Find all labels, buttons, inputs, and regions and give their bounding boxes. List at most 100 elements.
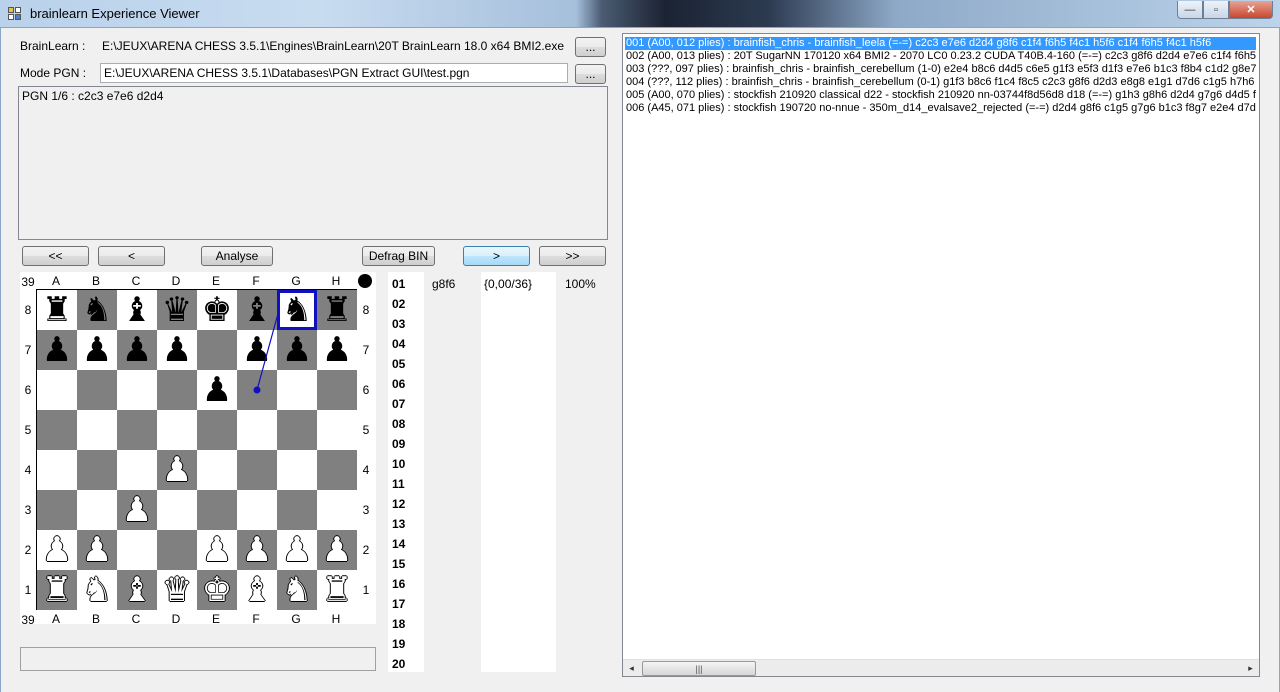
square-d2[interactable]	[157, 530, 197, 570]
game-list-item[interactable]: 001 (A00, 012 plies) : brainfish_chris -…	[624, 36, 1257, 51]
square-a2[interactable]: ♟	[37, 530, 77, 570]
square-g4[interactable]	[277, 450, 317, 490]
square-b7[interactable]: ♟	[77, 330, 117, 370]
black-rook-icon[interactable]: ♜	[42, 293, 72, 327]
chess-board[interactable]: ♜ ♞ ♝ ♛ ♚ ♝ ♞ ♜ ♟ ♟ ♟ ♟ ♟ ♟ ♟ ♟ ♟ ♟ ♟ ♟ ♟ ♟ ♟ ♟ ♜ ♞ ♝ ♛ ♚ ♝ ♞ ♜	[36, 289, 357, 610]
black-pawn-icon[interactable]: ♟	[122, 333, 152, 367]
square-e7[interactable]	[197, 330, 237, 370]
square-d3[interactable]	[157, 490, 197, 530]
engine-browse-button[interactable]: ...	[575, 37, 606, 57]
first-button[interactable]: <<	[22, 246, 89, 266]
square-c3[interactable]: ♟	[117, 490, 157, 530]
white-pawn-icon[interactable]: ♟	[282, 533, 312, 567]
white-pawn-icon[interactable]: ♟	[202, 533, 232, 567]
white-pawn-icon[interactable]: ♟	[162, 453, 192, 487]
next-button[interactable]: >	[463, 246, 530, 266]
square-c5[interactable]	[117, 410, 157, 450]
close-button[interactable]: ✕	[1229, 1, 1273, 19]
games-listbox[interactable]: ◂ ||| ▸ 001 (A00, 012 plies) : brainfish…	[622, 33, 1260, 677]
black-knight-icon[interactable]: ♞	[282, 293, 312, 327]
scroll-thumb[interactable]: |||	[642, 661, 756, 676]
black-pawn-icon[interactable]: ♟	[82, 333, 112, 367]
square-c4[interactable]	[117, 450, 157, 490]
defrag-bin-button[interactable]: Defrag BIN	[362, 246, 435, 266]
square-b6[interactable]	[77, 370, 117, 410]
white-pawn-icon[interactable]: ♟	[322, 533, 352, 567]
square-b4[interactable]	[77, 450, 117, 490]
square-h7[interactable]: ♟	[317, 330, 357, 370]
game-list-item[interactable]: 002 (A00, 013 plies) : 20T SugarNN 17012…	[625, 50, 1256, 63]
square-d1[interactable]: ♛	[157, 570, 197, 610]
square-b5[interactable]	[77, 410, 117, 450]
square-d4[interactable]: ♟	[157, 450, 197, 490]
black-bishop-icon[interactable]: ♝	[122, 293, 152, 327]
square-a1[interactable]: ♜	[37, 570, 77, 610]
black-bishop-icon[interactable]: ♝	[242, 293, 272, 327]
square-g6[interactable]	[277, 370, 317, 410]
pgn-path-field[interactable]: E:\JEUX\ARENA CHESS 3.5.1\Databases\PGN …	[100, 63, 568, 83]
square-a7[interactable]: ♟	[37, 330, 77, 370]
square-e5[interactable]	[197, 410, 237, 450]
square-g8[interactable]: ♞	[277, 290, 317, 330]
white-pawn-icon[interactable]: ♟	[242, 533, 272, 567]
square-h6[interactable]	[317, 370, 357, 410]
square-e1[interactable]: ♚	[197, 570, 237, 610]
game-list-item[interactable]: 003 (???, 097 plies) : brainfish_chris -…	[625, 63, 1256, 76]
square-h2[interactable]: ♟	[317, 530, 357, 570]
engine-path-field[interactable]: E:\JEUX\ARENA CHESS 3.5.1\Engines\BrainL…	[98, 36, 566, 56]
square-c1[interactable]: ♝	[117, 570, 157, 610]
game-list-item[interactable]: 004 (???, 112 plies) : brainfish_chris -…	[625, 76, 1256, 89]
square-h1[interactable]: ♜	[317, 570, 357, 610]
square-h3[interactable]	[317, 490, 357, 530]
candidate-percent[interactable]: 100%	[565, 277, 596, 291]
square-c2[interactable]	[117, 530, 157, 570]
maximize-button[interactable]: ▫	[1203, 1, 1229, 19]
white-queen-icon[interactable]: ♛	[162, 573, 192, 607]
square-g5[interactable]	[277, 410, 317, 450]
square-f5[interactable]	[237, 410, 277, 450]
white-rook-icon[interactable]: ♜	[42, 573, 72, 607]
square-g1[interactable]: ♞	[277, 570, 317, 610]
last-button[interactable]: >>	[539, 246, 606, 266]
square-e3[interactable]	[197, 490, 237, 530]
minimize-button[interactable]: —	[1177, 1, 1203, 19]
square-b3[interactable]	[77, 490, 117, 530]
square-f6[interactable]	[237, 370, 277, 410]
square-d5[interactable]	[157, 410, 197, 450]
square-h5[interactable]	[317, 410, 357, 450]
square-e2[interactable]: ♟	[197, 530, 237, 570]
square-g3[interactable]	[277, 490, 317, 530]
horizontal-scrollbar[interactable]: ◂ ||| ▸	[623, 659, 1259, 676]
black-king-icon[interactable]: ♚	[202, 293, 232, 327]
square-e4[interactable]	[197, 450, 237, 490]
square-d7[interactable]: ♟	[157, 330, 197, 370]
white-bishop-icon[interactable]: ♝	[122, 573, 152, 607]
square-e8[interactable]: ♚	[197, 290, 237, 330]
black-knight-icon[interactable]: ♞	[82, 293, 112, 327]
square-f3[interactable]	[237, 490, 277, 530]
black-pawn-icon[interactable]: ♟	[322, 333, 352, 367]
white-knight-icon[interactable]: ♞	[282, 573, 312, 607]
square-a4[interactable]	[37, 450, 77, 490]
black-queen-icon[interactable]: ♛	[162, 293, 192, 327]
square-d6[interactable]	[157, 370, 197, 410]
black-pawn-icon[interactable]: ♟	[242, 333, 272, 367]
square-f7[interactable]: ♟	[237, 330, 277, 370]
square-b2[interactable]: ♟	[77, 530, 117, 570]
white-rook-icon[interactable]: ♜	[322, 573, 352, 607]
white-knight-icon[interactable]: ♞	[82, 573, 112, 607]
black-pawn-icon[interactable]: ♟	[202, 373, 232, 407]
square-a8[interactable]: ♜	[37, 290, 77, 330]
white-pawn-icon[interactable]: ♟	[122, 493, 152, 527]
square-f2[interactable]: ♟	[237, 530, 277, 570]
square-f4[interactable]	[237, 450, 277, 490]
pgn-browse-button[interactable]: ...	[575, 64, 606, 84]
black-pawn-icon[interactable]: ♟	[162, 333, 192, 367]
scroll-left-icon[interactable]: ◂	[623, 660, 640, 676]
candidate-eval[interactable]: {0,00/36}	[484, 277, 532, 291]
square-a5[interactable]	[37, 410, 77, 450]
square-g7[interactable]: ♟	[277, 330, 317, 370]
square-h8[interactable]: ♜	[317, 290, 357, 330]
black-rook-icon[interactable]: ♜	[322, 293, 352, 327]
black-pawn-icon[interactable]: ♟	[42, 333, 72, 367]
